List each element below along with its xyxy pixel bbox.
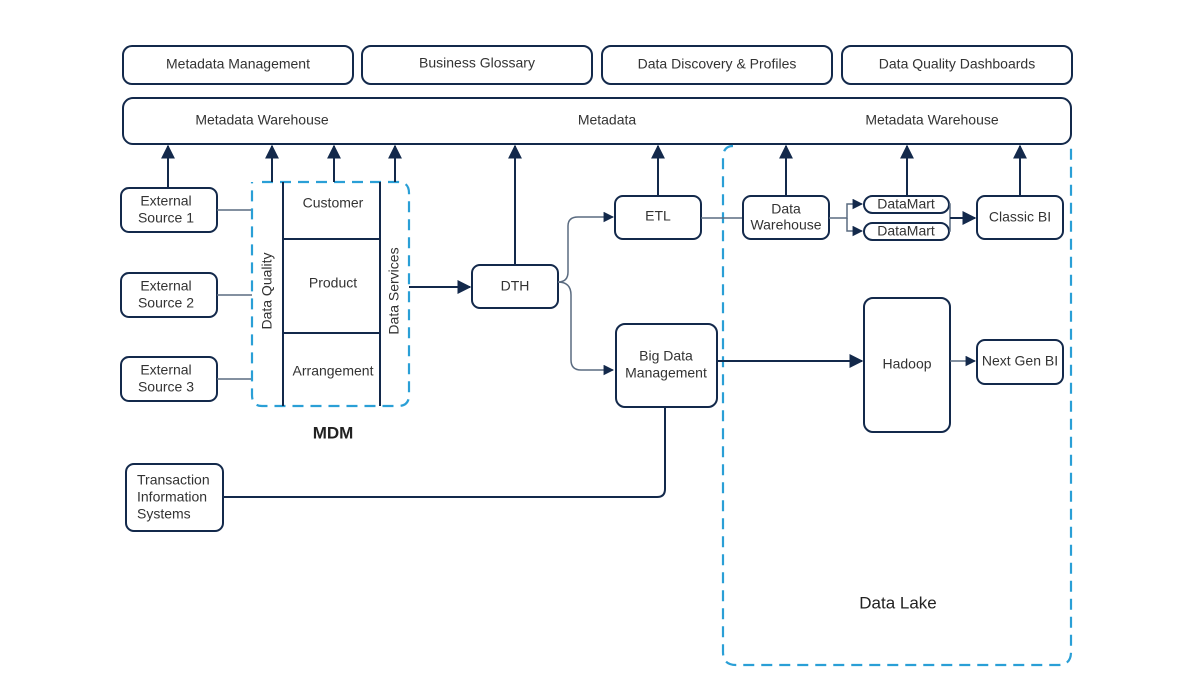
external-source-2[interactable]: External Source 2 [120, 272, 218, 318]
tool-label: Metadata Management [166, 56, 310, 72]
source-label-line: External [140, 278, 191, 294]
tool-label: Business Glossary [419, 55, 535, 71]
source-label-line: Source 3 [138, 379, 194, 395]
source-label-line: External [140, 362, 191, 378]
node-big-data-management[interactable]: Big Data Management [615, 323, 718, 408]
external-source-3[interactable]: External Source 3 [120, 356, 218, 402]
node-label: DTH [501, 278, 530, 294]
mdm-title: MDM [313, 423, 354, 442]
data-quality-label: Data Quality [259, 252, 275, 329]
node-label: Next Gen BI [982, 353, 1058, 369]
node-label: Classic BI [989, 209, 1051, 225]
tis-label-line: Transaction [137, 472, 210, 488]
node-label: ETL [645, 208, 671, 224]
node-label: DataMart [877, 223, 935, 239]
arrow-dth-etl [557, 211, 615, 283]
tool-data-quality-dashboards[interactable]: Data Quality Dashboards [841, 45, 1073, 85]
node-label: Hadoop [882, 356, 931, 372]
mdm-group[interactable]: Customer Product Arrangement Data Qualit… [250, 180, 411, 408]
tool-business-glossary[interactable]: Business Glossary [361, 45, 593, 85]
node-label-line: Big Data [639, 348, 693, 364]
node-next-gen-bi[interactable]: Next Gen BI [976, 339, 1064, 385]
tis-label-line: Systems [137, 506, 191, 522]
mdm-domain-product: Product [309, 275, 357, 291]
source-label-line: Source 2 [138, 295, 194, 311]
node-hadoop[interactable]: Hadoop [863, 297, 951, 433]
arrow-dw-datamart1 [829, 198, 864, 219]
external-source-1[interactable]: External Source 1 [120, 187, 218, 233]
data-lake-title: Data Lake [859, 593, 937, 612]
node-label-line: Management [625, 365, 707, 381]
mdm-domain-customer: Customer [303, 195, 364, 211]
mdm-domain-arrangement: Arrangement [293, 363, 374, 379]
node-label: DataMart [877, 196, 935, 212]
metadata-warehouse-left-label: Metadata Warehouse [195, 112, 329, 128]
connector-tis-bigdata [223, 407, 666, 498]
tool-metadata-management[interactable]: Metadata Management [122, 45, 354, 85]
architecture-diagram: Metadata Management Business Glossary Da… [120, 45, 1073, 667]
metadata-label: Metadata [578, 112, 637, 128]
source-label-line: Source 1 [138, 210, 194, 226]
node-classic-bi[interactable]: Classic BI [976, 195, 1064, 240]
transaction-information-systems[interactable]: Transaction Information Systems [125, 463, 224, 532]
tool-data-discovery-profiles[interactable]: Data Discovery & Profiles [601, 45, 833, 85]
node-dth[interactable]: DTH [471, 264, 559, 309]
metadata-bar[interactable]: Metadata Warehouse Metadata Metadata War… [122, 97, 1072, 145]
tool-label: Data Quality Dashboards [879, 56, 1035, 72]
node-label-line: Data [771, 201, 801, 217]
node-data-warehouse[interactable]: Data Warehouse [742, 195, 830, 240]
node-label-line: Warehouse [750, 217, 821, 233]
node-datamart-2[interactable]: DataMart [863, 222, 950, 241]
node-datamart-1[interactable]: DataMart [863, 195, 950, 214]
tool-label: Data Discovery & Profiles [638, 56, 797, 72]
data-services-label: Data Services [386, 247, 402, 334]
source-label-line: External [140, 193, 191, 209]
node-etl[interactable]: ETL [614, 195, 702, 240]
tis-label-line: Information [137, 489, 207, 505]
arrow-dw-datamart2 [846, 218, 864, 237]
metadata-warehouse-right-label: Metadata Warehouse [865, 112, 999, 128]
arrow-dth-bigdata [557, 281, 615, 376]
